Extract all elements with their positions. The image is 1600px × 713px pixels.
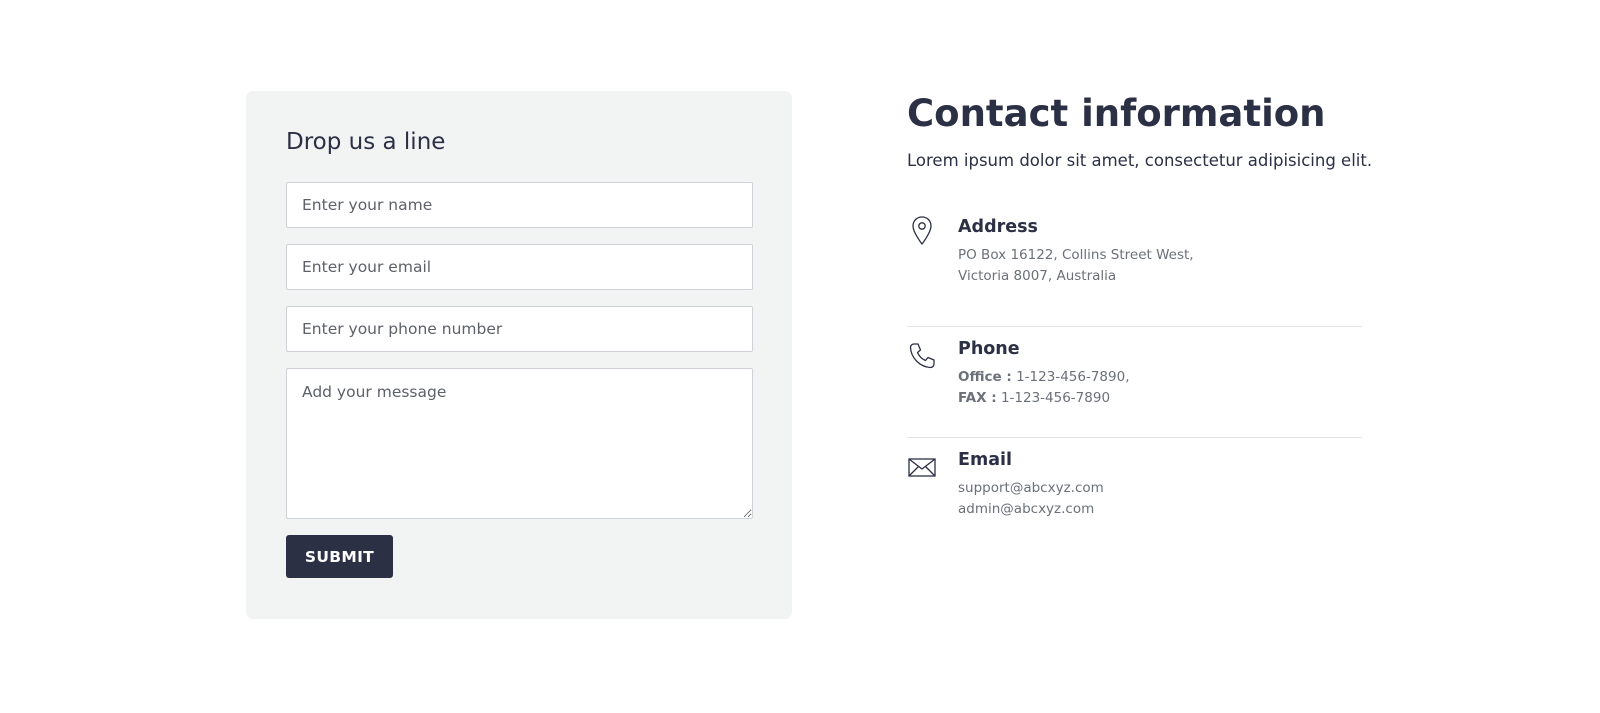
office-phone-value: 1-123-456-7890, <box>1016 369 1130 385</box>
fax-value: 1-123-456-7890 <box>1000 390 1111 406</box>
phone-input[interactable] <box>286 306 753 352</box>
map-pin-icon <box>907 215 937 245</box>
phone-icon <box>907 341 937 371</box>
office-label: Office : <box>958 369 1012 385</box>
contact-form: Drop us a line SUBMIT <box>246 91 792 619</box>
form-title: Drop us a line <box>286 129 446 155</box>
support-email[interactable]: support@abcxyz.com <box>958 478 1104 499</box>
message-textarea[interactable] <box>286 368 753 519</box>
phone-lines: Office : 1-123-456-7890, FAX : 1-123-456… <box>958 367 1129 409</box>
envelope-icon <box>907 452 937 482</box>
name-input[interactable] <box>286 182 753 228</box>
contact-description: Lorem ipsum dolor sit amet, consectetur … <box>907 151 1373 170</box>
email-lines: support@abcxyz.com admin@abcxyz.com <box>958 478 1104 520</box>
contact-title: Contact information <box>907 92 1326 135</box>
email-input[interactable] <box>286 244 753 290</box>
address-line-1: PO Box 16122, Collins Street West, <box>958 247 1194 263</box>
email-heading: Email <box>958 450 1012 470</box>
address-heading: Address <box>958 217 1038 237</box>
admin-email[interactable]: admin@abcxyz.com <box>958 499 1104 520</box>
address-lines: PO Box 16122, Collins Street West, Victo… <box>958 245 1194 287</box>
email-block: Email support@abcxyz.com admin@abcxyz.co… <box>907 437 1362 548</box>
fax-label: FAX : <box>958 390 997 406</box>
contact-page: Drop us a line SUBMIT Contact informatio… <box>0 0 1600 713</box>
submit-button[interactable]: SUBMIT <box>286 535 393 578</box>
phone-block: Phone Office : 1-123-456-7890, FAX : 1-1… <box>907 326 1362 437</box>
address-block: Address PO Box 16122, Collins Street Wes… <box>907 215 1362 325</box>
phone-heading: Phone <box>958 339 1020 359</box>
contact-information: Contact information Lorem ipsum dolor si… <box>907 91 1373 517</box>
fax-line: FAX : 1-123-456-7890 <box>958 388 1129 409</box>
office-phone-line: Office : 1-123-456-7890, <box>958 367 1129 388</box>
address-line-2: Victoria 8007, Australia <box>958 268 1117 284</box>
